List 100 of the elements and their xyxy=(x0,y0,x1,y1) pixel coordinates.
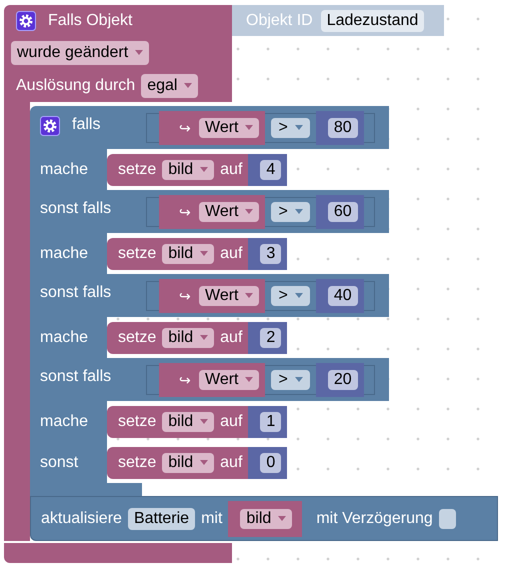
caret-icon xyxy=(294,377,303,382)
variable-dropdown[interactable]: Wert xyxy=(199,202,260,222)
return-arrow-icon: ↪ xyxy=(179,120,191,136)
variable-dropdown[interactable]: Wert xyxy=(199,370,260,390)
number-block[interactable]: 1 xyxy=(248,406,288,438)
block-label: setze xyxy=(118,328,156,346)
variable-block[interactable]: ↪ Wert xyxy=(159,362,266,396)
block-label: mache xyxy=(40,328,88,346)
caret-icon xyxy=(245,377,254,382)
block-label: sonst xyxy=(40,454,78,472)
number-field[interactable]: 60 xyxy=(328,202,358,222)
number-block[interactable]: 80 xyxy=(316,110,364,144)
block-label: aktualisiere xyxy=(41,510,122,528)
delay-checkbox[interactable] xyxy=(438,508,456,528)
block-label: mache xyxy=(40,412,88,430)
number-block[interactable]: 2 xyxy=(248,322,288,354)
variable-block[interactable]: ↪ Wert xyxy=(159,278,266,312)
caret-icon xyxy=(200,419,208,424)
number-field[interactable]: 1 xyxy=(260,412,282,432)
block-label: falls xyxy=(72,116,100,134)
number-field[interactable]: 3 xyxy=(260,244,282,264)
variable-dropdown[interactable]: bild xyxy=(162,160,214,180)
number-field[interactable]: 80 xyxy=(328,118,358,138)
caret-icon xyxy=(245,293,254,298)
block-label: auf xyxy=(220,412,242,430)
block-label: mache xyxy=(40,244,88,262)
block-label: Auslösung durch xyxy=(16,76,136,94)
compare-block[interactable]: ↪ Wert > 60 xyxy=(146,196,375,226)
block-label: setze xyxy=(118,412,156,430)
update-block[interactable]: aktualisiere Batterie mit bild mit Verzögerung xyxy=(30,496,498,541)
block-label: mache xyxy=(40,160,88,178)
block-label: setze xyxy=(118,454,156,472)
return-arrow-icon: ↪ xyxy=(179,288,191,304)
block-label: auf xyxy=(220,160,242,178)
number-block[interactable]: 0 xyxy=(248,446,288,478)
operator-dropdown[interactable]: > xyxy=(271,370,310,390)
caret-icon xyxy=(245,209,254,214)
number-block[interactable]: 4 xyxy=(248,154,288,186)
variable-dropdown[interactable]: Wert xyxy=(199,118,260,138)
object-id-block[interactable]: Objekt ID Ladezustand xyxy=(232,5,444,36)
block-label: Falls Objekt xyxy=(48,12,132,30)
number-field[interactable]: 0 xyxy=(260,452,282,472)
caret-icon xyxy=(278,516,286,521)
block-label: sonst falls xyxy=(40,200,112,218)
set-variable-block[interactable]: setze bild auf 0 xyxy=(107,446,288,478)
block-label: mit Verzögerung xyxy=(316,510,433,528)
variable-block[interactable]: ↪ Wert xyxy=(159,194,266,228)
block-label: sonst falls xyxy=(40,284,112,302)
variable-dropdown[interactable]: bild xyxy=(240,508,292,528)
caret-icon xyxy=(135,50,144,55)
block-label: sonst falls xyxy=(40,368,112,386)
caret-icon xyxy=(200,167,208,172)
block-label: Objekt ID xyxy=(246,12,313,30)
number-block[interactable]: 3 xyxy=(248,238,288,270)
number-field[interactable]: 20 xyxy=(328,370,358,390)
number-block[interactable]: 60 xyxy=(316,194,364,228)
compare-block[interactable]: ↪ Wert > 80 xyxy=(146,112,375,142)
set-variable-block[interactable]: setze bild auf 3 xyxy=(107,238,288,270)
caret-icon xyxy=(294,293,303,298)
variable-dropdown[interactable]: Wert xyxy=(199,286,260,306)
object-id-field[interactable]: Ladezustand xyxy=(320,10,424,32)
operator-dropdown[interactable]: > xyxy=(271,118,310,138)
operator-dropdown[interactable]: > xyxy=(271,286,310,306)
block-label: setze xyxy=(118,160,156,178)
operator-dropdown[interactable]: > xyxy=(271,202,310,222)
block-label: auf xyxy=(220,328,242,346)
compare-block[interactable]: ↪ Wert > 40 xyxy=(146,280,375,310)
caret-icon xyxy=(200,460,208,465)
caret-icon xyxy=(200,335,208,340)
number-block[interactable]: 40 xyxy=(316,278,364,312)
variable-dropdown[interactable]: bild xyxy=(162,244,214,264)
set-variable-block[interactable]: setze bild auf 2 xyxy=(107,322,288,354)
caret-icon xyxy=(184,83,192,88)
number-field[interactable]: 2 xyxy=(260,328,282,348)
set-variable-block[interactable]: setze bild auf 4 xyxy=(107,154,288,186)
caret-icon xyxy=(294,209,303,214)
block-label: mit xyxy=(201,510,222,528)
set-variable-block[interactable]: setze bild auf 1 xyxy=(107,406,288,438)
block-label: setze xyxy=(118,244,156,262)
return-arrow-icon: ↪ xyxy=(179,372,191,388)
variable-block[interactable]: bild xyxy=(228,500,302,536)
caret-icon xyxy=(245,125,254,130)
compare-block[interactable]: ↪ Wert > 20 xyxy=(146,364,375,394)
block-label: auf xyxy=(220,454,242,472)
number-block[interactable]: 20 xyxy=(316,362,364,396)
gear-icon[interactable] xyxy=(16,10,36,30)
caret-icon xyxy=(294,125,303,130)
variable-dropdown[interactable]: bild xyxy=(162,412,214,432)
variable-block[interactable]: ↪ Wert xyxy=(159,110,266,144)
block-label: auf xyxy=(220,244,242,262)
number-field[interactable]: 4 xyxy=(260,160,282,180)
source-dropdown[interactable]: egal xyxy=(141,74,198,98)
return-arrow-icon: ↪ xyxy=(179,204,191,220)
variable-dropdown[interactable]: bild xyxy=(162,452,214,472)
gear-icon[interactable] xyxy=(40,116,60,136)
number-field[interactable]: 40 xyxy=(328,286,358,306)
caret-icon xyxy=(200,251,208,256)
target-field[interactable]: Batterie xyxy=(128,508,196,530)
trigger-dropdown[interactable]: wurde geändert xyxy=(11,40,150,64)
variable-dropdown[interactable]: bild xyxy=(162,328,214,348)
